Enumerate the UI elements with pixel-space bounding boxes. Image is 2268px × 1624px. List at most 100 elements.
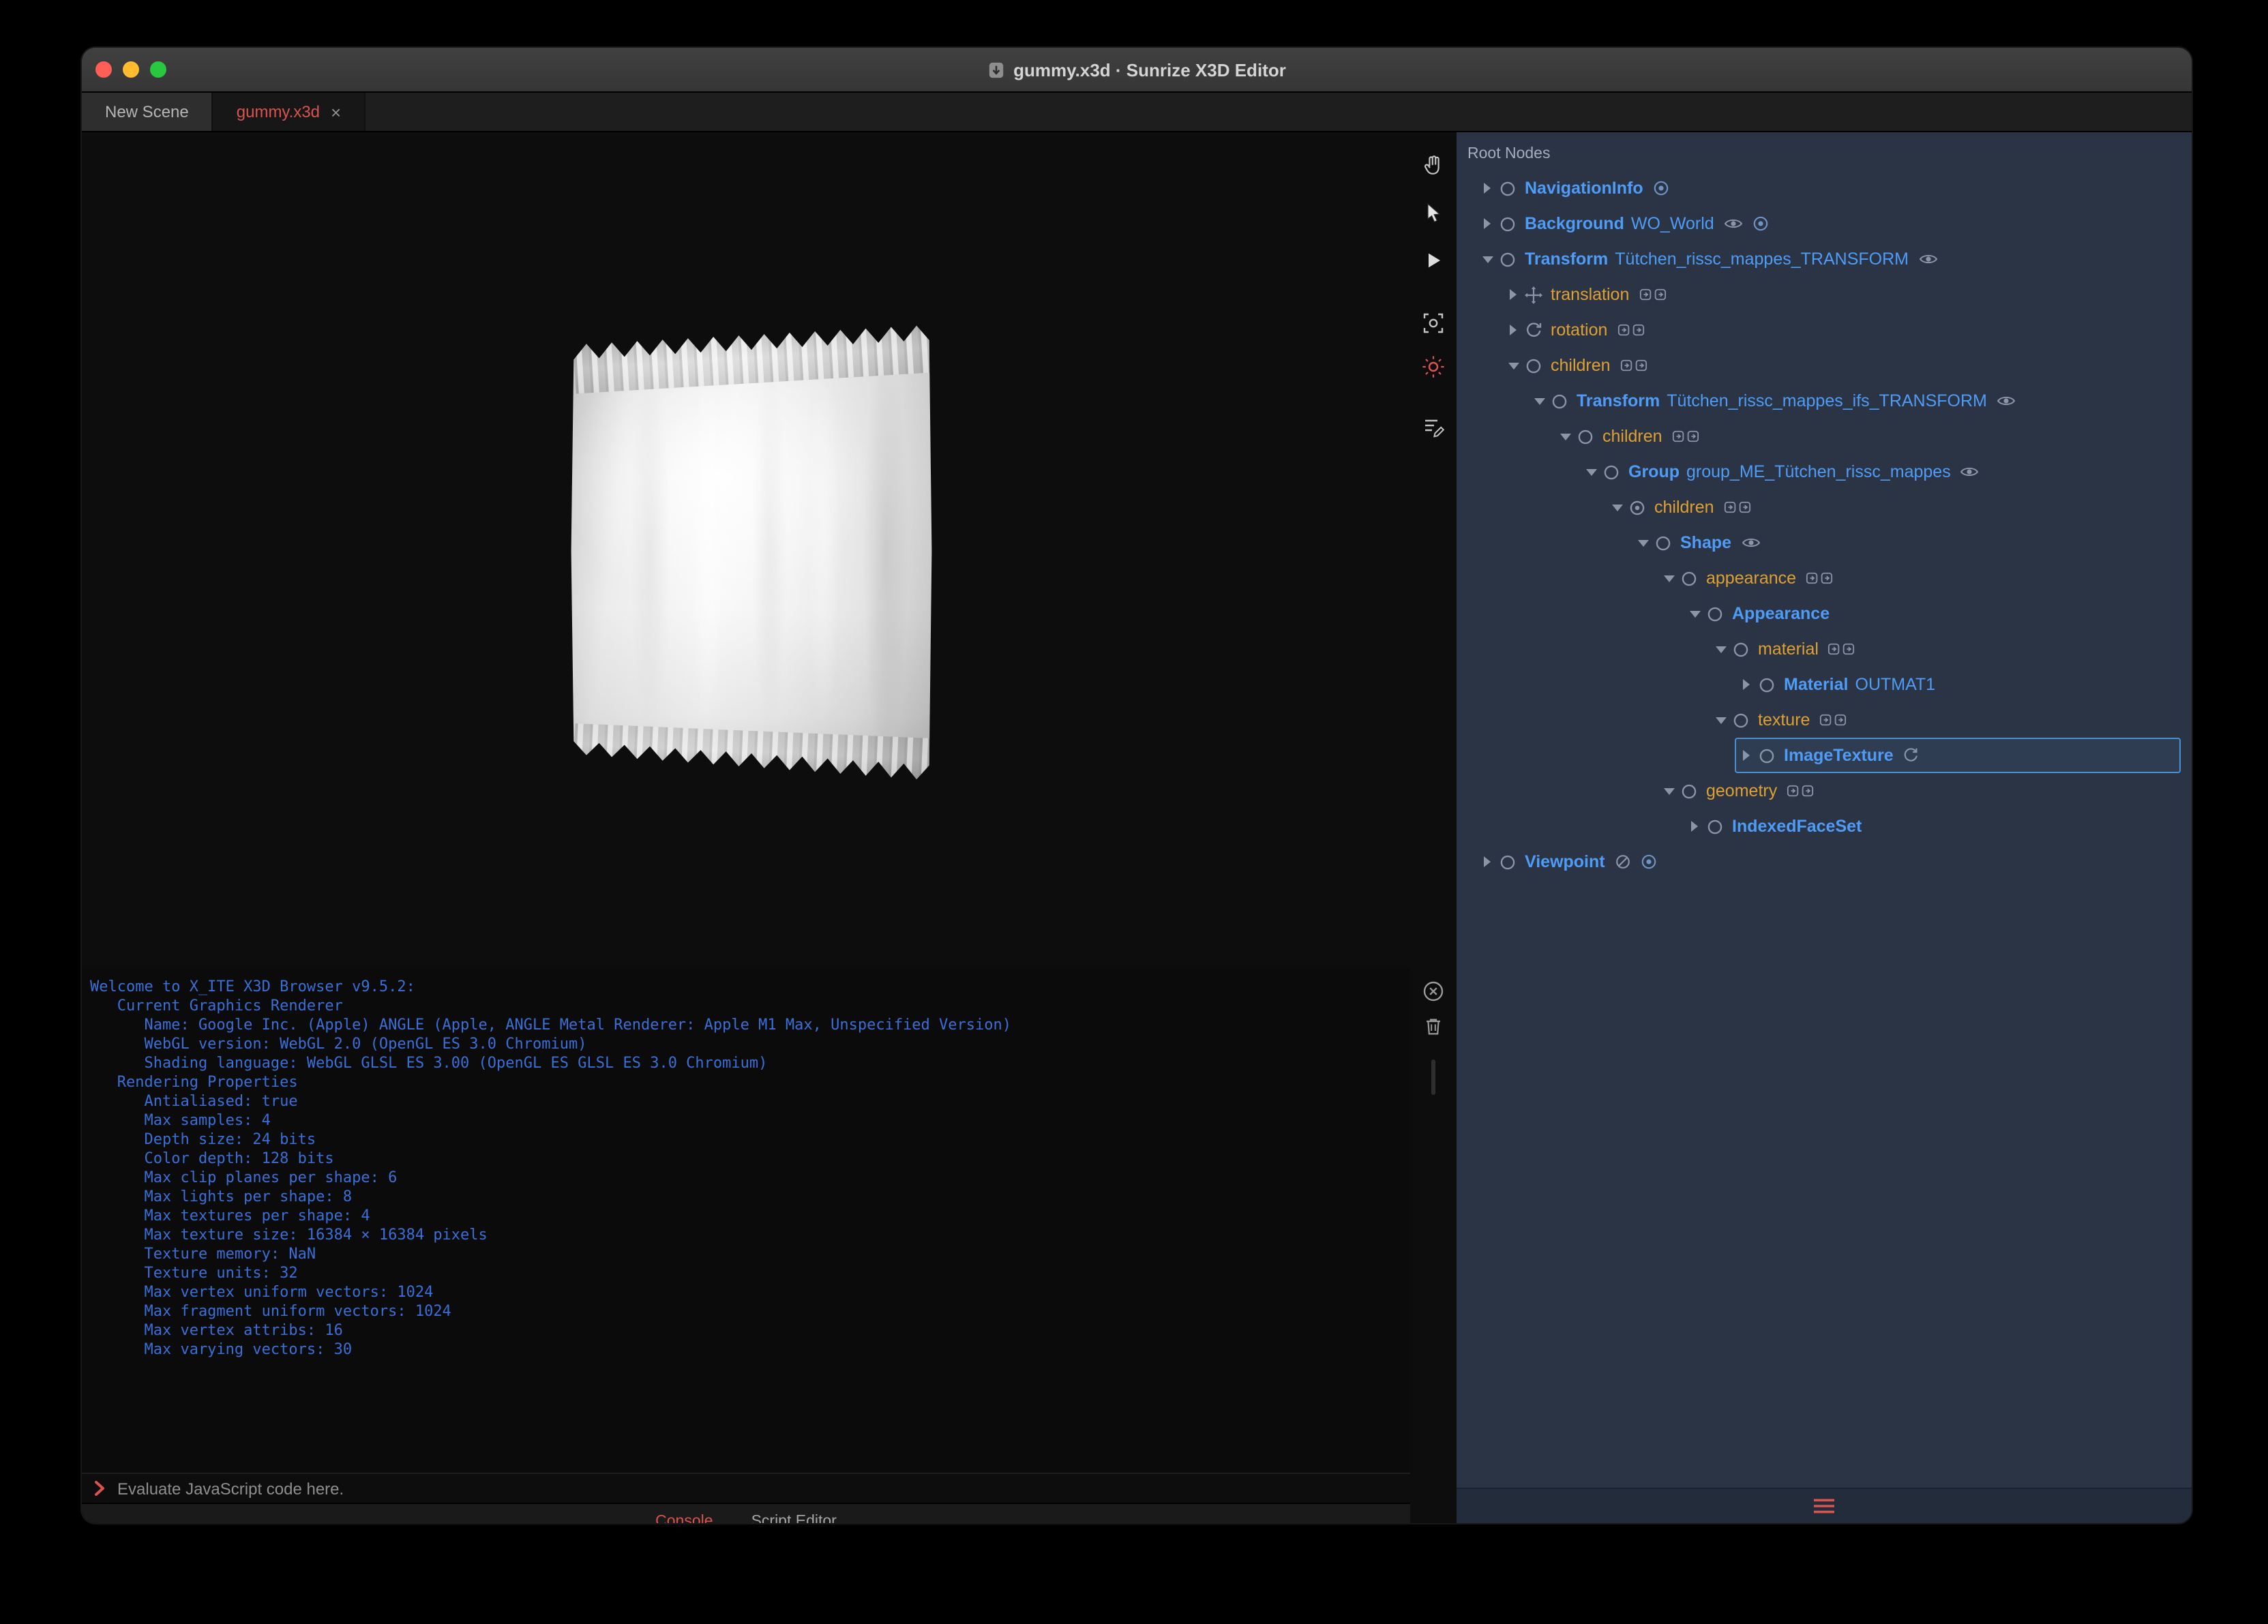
tree-row-indexedfaceset[interactable]: IndexedFaceSet: [1683, 809, 2181, 844]
eye-icon[interactable]: [1741, 535, 1760, 551]
collapse-icon[interactable]: [1684, 597, 1706, 630]
outline-menu-icon[interactable]: [1814, 1499, 1834, 1514]
target-icon[interactable]: [1653, 180, 1669, 196]
routes-icon[interactable]: [1828, 641, 1855, 657]
collapse-icon[interactable]: [1477, 243, 1499, 275]
routes-icon[interactable]: [1617, 322, 1644, 338]
collapse-icon[interactable]: [1710, 633, 1732, 665]
console-line: Antialiased: true: [90, 1092, 298, 1110]
routes-icon[interactable]: [1724, 499, 1751, 515]
tree-row-shape[interactable]: Shape: [1631, 525, 2181, 560]
collapse-icon[interactable]: [1529, 385, 1551, 417]
node-instance-name: WO_World: [1630, 214, 1714, 233]
tree-row-children[interactable]: children: [1502, 348, 2181, 383]
node-instance-name: Tütchen_rissc_mappes_TRANSFORM: [1615, 250, 1909, 269]
collapse-icon[interactable]: [1632, 526, 1654, 559]
field-name: material: [1758, 640, 1819, 659]
expand-icon[interactable]: [1736, 739, 1758, 772]
expand-icon[interactable]: [1503, 314, 1525, 346]
close-tab-icon[interactable]: ×: [331, 103, 341, 121]
field-name: geometry: [1706, 781, 1778, 800]
expand-icon[interactable]: [1477, 172, 1499, 205]
tree-row-children[interactable]: children: [1553, 419, 2181, 454]
target-icon[interactable]: [1641, 854, 1657, 870]
circle-icon: [1499, 215, 1517, 232]
console-line: Texture units: 32: [90, 1264, 298, 1282]
tree-row-material[interactable]: material: [1709, 631, 2181, 667]
console-line: Max varying vectors: 30: [90, 1340, 353, 1358]
tree-row-imagetexture[interactable]: ImageTexture: [1735, 738, 2181, 773]
tree-row-children[interactable]: children: [1605, 490, 2181, 525]
tree-row-appearance[interactable]: Appearance: [1683, 596, 2181, 631]
titlebar[interactable]: gummy.x3d · Sunrize X3D Editor: [82, 48, 2192, 93]
tab-gummy-x3d[interactable]: gummy.x3d ×: [213, 93, 366, 131]
routes-icon[interactable]: [1819, 712, 1847, 728]
routes-icon[interactable]: [1787, 783, 1814, 799]
tree-row-navigationinfo[interactable]: NavigationInfo: [1476, 170, 2181, 206]
eye-icon[interactable]: [1724, 215, 1743, 232]
select-tool-button[interactable]: [1421, 200, 1446, 225]
tab-new-scene[interactable]: New Scene: [82, 93, 213, 131]
eye-icon[interactable]: [1960, 464, 1980, 480]
expand-icon[interactable]: [1684, 810, 1706, 843]
pan-tool-button[interactable]: [1421, 153, 1446, 177]
target-icon[interactable]: [1752, 215, 1769, 232]
expand-icon[interactable]: [1503, 278, 1525, 311]
minimize-window-button[interactable]: [123, 61, 139, 78]
console-input-row[interactable]: Evaluate JavaScript code here.: [82, 1473, 1410, 1503]
eye-icon[interactable]: [1918, 251, 1937, 267]
collapse-icon[interactable]: [1658, 775, 1680, 807]
expand-icon[interactable]: [1736, 668, 1758, 701]
field-name: translation: [1551, 285, 1630, 304]
collapse-icon[interactable]: [1555, 420, 1577, 453]
tree-row-rotation[interactable]: rotation: [1502, 312, 2181, 348]
script-panel-button[interactable]: [1421, 415, 1446, 439]
eye-icon[interactable]: [1997, 393, 2016, 409]
clear-console-button[interactable]: [1421, 979, 1446, 1004]
tree-row-geometry[interactable]: geometry: [1657, 773, 2181, 809]
routes-icon[interactable]: [1620, 357, 1647, 374]
routes-icon[interactable]: [1639, 286, 1666, 303]
console-line: Welcome to X_ITE X3D Browser v9.5.2:: [90, 978, 415, 995]
tree-row-texture[interactable]: texture: [1709, 702, 2181, 738]
tree-row-material[interactable]: Material OUTMAT1: [1735, 667, 2181, 702]
tab-label: New Scene: [105, 102, 189, 121]
routes-icon[interactable]: [1806, 570, 1833, 586]
node-type-name: Background: [1525, 214, 1624, 233]
node-type-name: Transform: [1577, 391, 1660, 410]
expand-icon[interactable]: [1477, 207, 1499, 240]
frame-view-button[interactable]: [1421, 311, 1446, 335]
expand-icon[interactable]: [1477, 845, 1499, 878]
slash-circle-icon[interactable]: [1615, 854, 1631, 870]
viewport-3d[interactable]: [82, 132, 1410, 968]
tree-row-transform[interactable]: Transform Tütchen_rissc_mappes_TRANSFORM: [1476, 241, 2181, 277]
close-window-button[interactable]: [95, 61, 112, 78]
collapse-icon[interactable]: [1710, 704, 1732, 736]
tree-row-transform[interactable]: Transform Tütchen_rissc_mappes_ifs_TRANSF…: [1527, 383, 2181, 419]
refresh-icon[interactable]: [1903, 747, 1920, 764]
outline-panel-bar: [1457, 1488, 2192, 1523]
tree-row-translation[interactable]: translation: [1502, 277, 2181, 312]
collapse-icon[interactable]: [1607, 491, 1628, 524]
scrollbar-thumb[interactable]: [1431, 1059, 1435, 1095]
prompt-chevron-icon: [94, 1481, 105, 1496]
rotate-icon: [1525, 321, 1542, 339]
tree-row-group[interactable]: Group group_ME_Tütchen_rissc_mappes: [1579, 454, 2181, 490]
tree-row-viewpoint[interactable]: Viewpoint: [1476, 844, 2181, 879]
tab-console[interactable]: Console: [655, 1513, 713, 1523]
collapse-icon[interactable]: [1658, 562, 1680, 595]
console-log: Welcome to X_ITE X3D Browser v9.5.2: Cur…: [82, 968, 1410, 1473]
lighting-button[interactable]: [1421, 355, 1446, 379]
routes-icon[interactable]: [1672, 428, 1699, 445]
tab-script-editor[interactable]: Script Editor: [751, 1513, 837, 1523]
circle-icon: [1525, 357, 1542, 374]
circle-icon: [1706, 605, 1724, 622]
tree-row-appearance[interactable]: appearance: [1657, 560, 2181, 596]
play-button[interactable]: [1421, 248, 1446, 273]
collapse-icon[interactable]: [1581, 455, 1602, 488]
delete-console-button[interactable]: [1421, 1014, 1446, 1039]
collapse-icon[interactable]: [1503, 349, 1525, 382]
zoom-window-button[interactable]: [150, 61, 166, 78]
node-type-name: ImageTexture: [1784, 746, 1894, 765]
tree-row-background[interactable]: Background WO_World: [1476, 206, 2181, 241]
